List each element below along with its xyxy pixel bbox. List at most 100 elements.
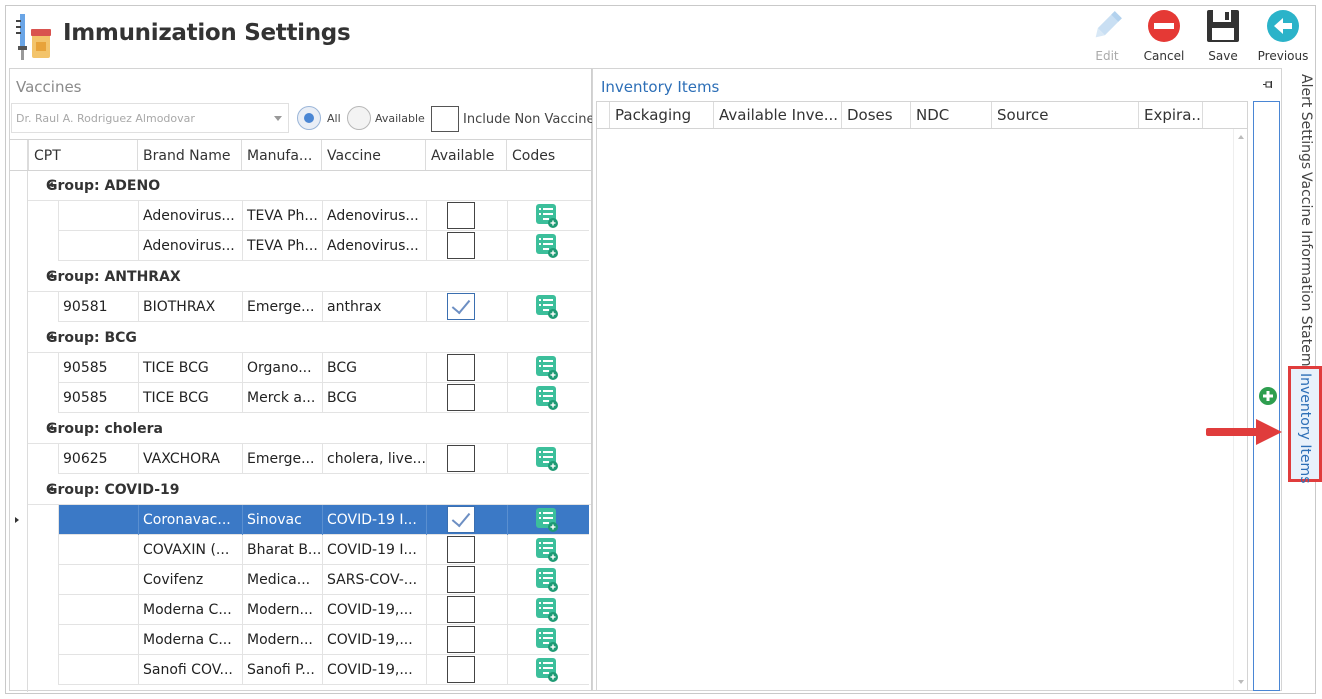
col-manufacturer[interactable]: Manufa...: [241, 140, 321, 170]
chevron-down-icon: [274, 116, 282, 121]
col-vaccine[interactable]: Vaccine: [321, 140, 425, 170]
codes-list-icon[interactable]: [536, 204, 558, 228]
available-checkbox[interactable]: [447, 626, 475, 653]
table-row[interactable]: 90585 TICE BCG Merck a... BCG: [58, 383, 589, 413]
group-row[interactable]: Group: BCG: [28, 323, 591, 353]
available-checkbox[interactable]: [447, 354, 475, 381]
col-expiration[interactable]: Expira...: [1138, 102, 1202, 128]
pencil-icon: [1095, 11, 1122, 38]
available-checkbox[interactable]: [447, 596, 475, 623]
codes-list-icon[interactable]: [536, 447, 558, 471]
manufacturer-cell: Bharat B...: [243, 535, 323, 565]
available-checkbox[interactable]: [447, 232, 475, 259]
provider-dropdown[interactable]: Dr. Raul A. Rodriguez Almodovar: [11, 103, 289, 133]
col-codes[interactable]: Codes: [506, 140, 591, 170]
table-row[interactable]: COVAXIN (... Bharat B... COVID-19 I...: [58, 535, 589, 565]
table-row[interactable]: 90581 BIOTHRAX Emerge... anthrax: [58, 292, 589, 322]
provider-value: Dr. Raul A. Rodriguez Almodovar: [16, 112, 195, 125]
available-checkbox[interactable]: [447, 566, 475, 593]
codes-list-icon[interactable]: [536, 658, 558, 682]
col-source[interactable]: Source: [991, 102, 1138, 128]
codes-list-icon[interactable]: [536, 628, 558, 652]
codes-list-icon[interactable]: [536, 598, 558, 622]
col-available-inventory[interactable]: Available Inve...: [713, 102, 841, 128]
vaccines-panel: Vaccines Dr. Raul A. Rodriguez Almodovar…: [9, 68, 601, 692]
table-row[interactable]: Adenovirus... TEVA Ph... Adenovirus...: [58, 231, 589, 261]
previous-button[interactable]: Previous: [1255, 8, 1311, 64]
available-checkbox[interactable]: [447, 506, 475, 533]
tab-alert-settings[interactable]: Alert Settings: [1288, 74, 1322, 169]
table-row[interactable]: Adenovirus... TEVA Ph... Adenovirus...: [58, 201, 589, 231]
group-row[interactable]: Group: ANTHRAX: [28, 262, 591, 292]
page-title: Immunization Settings: [63, 20, 351, 46]
filter-available-radio[interactable]: [347, 106, 371, 130]
table-row[interactable]: 90585 TICE BCG Organo... BCG: [58, 353, 589, 383]
inventory-scrollbar[interactable]: [1233, 129, 1247, 690]
codes-list-icon[interactable]: [536, 295, 558, 319]
codes-cell: [508, 201, 590, 231]
col-brand-name[interactable]: Brand Name: [137, 140, 241, 170]
table-row[interactable]: Moderna C... Modern... COVID-19,...: [58, 595, 589, 625]
scroll-down-icon[interactable]: [1238, 680, 1244, 684]
codes-list-icon[interactable]: [536, 386, 558, 410]
codes-list-icon[interactable]: [536, 356, 558, 380]
brand-cell: BIOTHRAX: [139, 292, 243, 322]
group-row[interactable]: Group: cholera: [28, 414, 591, 444]
codes-cell: [508, 505, 590, 535]
available-cell: [427, 231, 508, 261]
brand-cell: Covifenz: [139, 565, 243, 595]
include-non-vaccines-checkbox[interactable]: [431, 106, 459, 132]
manufacturer-cell: Modern...: [243, 625, 323, 655]
vaccine-cell: COVID-19 I...: [323, 535, 427, 565]
available-checkbox[interactable]: [447, 536, 475, 563]
codes-list-icon[interactable]: [536, 568, 558, 592]
add-circle-icon[interactable]: [1259, 387, 1277, 405]
brand-cell: Coronavac...: [139, 505, 243, 535]
group-row[interactable]: Group: COVID-19: [28, 475, 591, 505]
edit-button[interactable]: Edit: [1079, 8, 1135, 64]
table-row-selected[interactable]: Coronavac... Sinovac COVID-19 I...: [58, 505, 589, 535]
col-cpt[interactable]: CPT: [28, 140, 137, 170]
cancel-button[interactable]: Cancel: [1136, 8, 1192, 64]
filter-all-label: All: [327, 112, 341, 125]
brand-cell: Sanofi COV...: [139, 655, 243, 685]
group-row[interactable]: Group: ADENO: [28, 171, 591, 201]
col-ndc[interactable]: NDC: [910, 102, 991, 128]
table-row[interactable]: Sanofi COV... Sanofi P... COVID-19,...: [58, 655, 589, 685]
tab-vaccine-information-statement[interactable]: Vaccine Information Statement: [1288, 172, 1322, 389]
codes-list-icon[interactable]: [536, 508, 558, 532]
codes-list-icon[interactable]: [536, 538, 558, 562]
pin-icon[interactable]: [1263, 81, 1273, 89]
brand-cell: COVAXIN (...: [139, 535, 243, 565]
available-checkbox[interactable]: [447, 202, 475, 229]
tab-inventory-items[interactable]: Inventory Items: [1288, 366, 1322, 483]
cpt-cell: [59, 505, 139, 535]
col-packaging[interactable]: Packaging: [609, 102, 713, 128]
brand-cell: Moderna C...: [139, 595, 243, 625]
table-row[interactable]: Covifenz Medica... SARS-COV-...: [58, 565, 589, 595]
brand-cell: VAXCHORA: [139, 444, 243, 474]
available-checkbox[interactable]: [447, 293, 475, 320]
available-checkbox[interactable]: [447, 384, 475, 411]
col-doses[interactable]: Doses: [841, 102, 910, 128]
table-row[interactable]: 90625 VAXCHORA Emerge... cholera, live..…: [58, 444, 589, 474]
available-checkbox[interactable]: [447, 445, 475, 472]
vaccine-cell: COVID-19 I...: [323, 505, 427, 535]
scroll-up-icon[interactable]: [1238, 135, 1244, 139]
include-non-vaccines-label: Include Non Vaccines: [463, 112, 602, 127]
save-button[interactable]: Save: [1195, 8, 1251, 64]
manufacturer-cell: Emerge...: [243, 292, 323, 322]
codes-cell: [508, 625, 590, 655]
codes-cell: [508, 353, 590, 383]
side-tabs: Alert Settings Vaccine Information State…: [1288, 74, 1322, 694]
filter-all-radio[interactable]: [297, 106, 321, 130]
vaccine-cell: SARS-COV-...: [323, 565, 427, 595]
table-row[interactable]: Moderna C... Modern... COVID-19,...: [58, 625, 589, 655]
cpt-cell: [59, 535, 139, 565]
col-available[interactable]: Available: [425, 140, 506, 170]
vaccine-cell: COVID-19,...: [323, 595, 427, 625]
codes-list-icon[interactable]: [536, 234, 558, 258]
inventory-grid-header: Packaging Available Inve... Doses NDC So…: [597, 102, 1247, 129]
vaccine-cell: COVID-19,...: [323, 625, 427, 655]
available-checkbox[interactable]: [447, 656, 475, 683]
